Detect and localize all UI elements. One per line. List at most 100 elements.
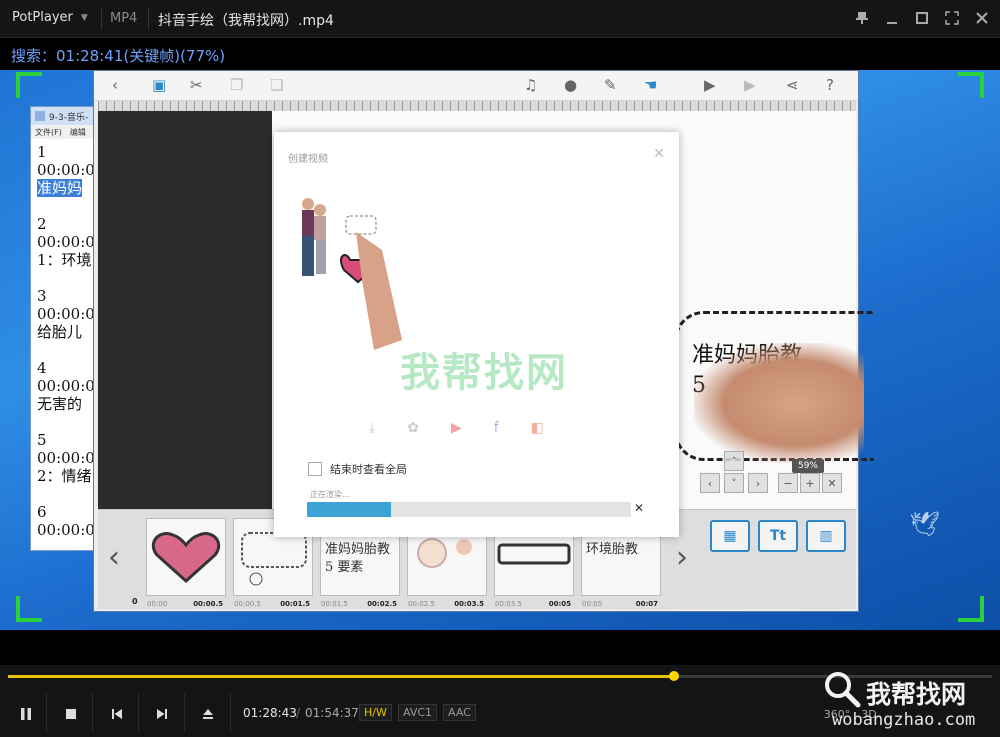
notepad-line	[37, 485, 93, 503]
maximize-icon[interactable]	[910, 6, 934, 30]
minimize-icon[interactable]	[880, 6, 904, 30]
microphone-icon: ●	[564, 76, 578, 94]
thumb-text: 环境胎教	[586, 542, 639, 557]
notepad-title: 9-3-音乐-	[31, 107, 99, 125]
previous-button[interactable]	[106, 703, 128, 725]
seek-bar-fill	[8, 675, 675, 678]
notepad-line: 给胎儿	[37, 323, 83, 341]
seek-knob[interactable]	[669, 671, 680, 681]
thumb-start-time: 00:03.5	[495, 600, 522, 608]
notepad-line: 2：情绪	[37, 467, 92, 485]
notepad-line: 00:00:0	[37, 377, 95, 395]
notepad-line: 3	[37, 287, 47, 305]
divider	[138, 693, 139, 733]
zoom-in-icon: +	[800, 473, 820, 493]
notepad-window: 9-3-音乐- 文件(F) 编辑 1 00:00:0 准妈妈 2 00:00:0 1：环…	[30, 106, 100, 551]
thumb-end-time: 00:03.5	[454, 600, 484, 608]
video-frame[interactable]: 9-3-音乐- 文件(F) 编辑 1 00:00:0 准妈妈 2 00:00:0 1：环…	[0, 70, 1000, 630]
office-icon[interactable]: ◧	[531, 420, 544, 436]
corner-marker	[958, 596, 984, 622]
watermark-main: 我帮找网	[866, 680, 967, 709]
next-button[interactable]	[151, 703, 173, 725]
thumb-start-time: 00:05	[582, 600, 603, 608]
corner-watermark: 我帮找网 wobangzhao.com	[825, 667, 990, 737]
format-label: MP4	[110, 11, 138, 26]
notepad-line: 4	[37, 359, 47, 377]
facebook-icon[interactable]: f	[494, 420, 499, 436]
title-bar: PotPlayer ▼ MP4 抖音手绘（我帮找网）.mp4	[0, 0, 1000, 38]
fullscreen-icon[interactable]	[940, 6, 964, 30]
render-progress-fill	[307, 502, 392, 517]
notepad-line: 准妈妈	[37, 179, 83, 197]
notepad-line	[37, 197, 93, 215]
thumb-end-time: 00:05	[548, 600, 571, 608]
hw-decoder-tag[interactable]: H/W	[359, 704, 392, 721]
divider	[230, 693, 231, 733]
watermark-text: 我帮找网	[400, 350, 568, 396]
timeline-start-label: 0	[132, 597, 138, 606]
app-toolbar: ‹ ▣ ✂ ❐ ❏ ♫ ● ✎ ☚ ▶ ▶ ⋖ ?	[94, 71, 858, 101]
zoom-out-icon: −	[778, 473, 798, 493]
app-menu-button[interactable]: PotPlayer ▼	[12, 10, 88, 25]
chart-tool-icon: ▥	[806, 520, 846, 552]
view-all-label: 结束时查看全局	[330, 463, 407, 476]
thumb-text: 准妈妈胎教 5 要素	[325, 542, 391, 575]
thumb-end-time: 00:07	[635, 600, 658, 608]
play-icon: ▶	[744, 76, 756, 94]
dialog-close-icon: ✕	[653, 146, 665, 162]
share-icon[interactable]: ✿	[407, 420, 419, 436]
notepad-line: 00:00:0	[37, 521, 95, 539]
video-codec-tag[interactable]: AVC1	[398, 704, 438, 721]
dialog-title: 创建视频	[288, 154, 328, 165]
thumb-end-time: 00:01.5	[280, 600, 310, 608]
notepad-line: 1：环境	[37, 251, 92, 269]
divider	[92, 693, 93, 733]
window-controls	[850, 6, 994, 30]
timeline-thumb: 00:00 00:00.5	[146, 518, 226, 608]
stop-button[interactable]	[60, 703, 82, 725]
render-status: 正在渲染...	[310, 490, 350, 499]
pause-button[interactable]	[15, 703, 37, 725]
zoom-level: 59%	[792, 459, 824, 473]
chevron-down-icon: ▼	[80, 12, 88, 23]
download-icon[interactable]: ⤓	[369, 420, 375, 436]
thumb-start-time: 00:01.5	[321, 600, 348, 608]
corner-marker	[16, 72, 42, 98]
image-tool-icon: ▦	[710, 520, 750, 552]
back-icon: ‹	[112, 76, 118, 94]
ruler	[98, 101, 856, 111]
play-from-icon: ▶	[704, 76, 716, 94]
hand-image	[694, 343, 864, 463]
cancel-render-icon[interactable]: ✕	[634, 501, 644, 515]
notepad-menu-edit: 编辑	[69, 128, 86, 137]
notepad-line	[37, 269, 93, 287]
corner-marker	[958, 72, 984, 98]
text-tool: Tt	[758, 520, 798, 552]
notepad-line: 00:00:0	[37, 233, 95, 251]
create-video-dialog: 创建视频 ✕ 我帮找网 ⤓ ✿ ▶ f ◧ 结束时查看全局 正在渲染... ✕	[274, 132, 679, 537]
timeline-prev-icon: ‹	[108, 540, 120, 575]
total-time: 01:54:37	[305, 706, 359, 720]
time-separator: /	[296, 706, 301, 720]
view-all-checkbox-row[interactable]: 结束时查看全局	[308, 461, 407, 477]
help-icon: ?	[826, 76, 834, 94]
current-time: 01:28:43	[243, 706, 297, 720]
divider	[101, 8, 102, 30]
view-all-checkbox[interactable]	[308, 462, 322, 476]
share-row: ⤓ ✿ ▶ f ◧	[369, 420, 544, 436]
watermark-url: wobangzhao.com	[832, 710, 976, 730]
eject-button[interactable]	[197, 703, 219, 725]
youtube-icon[interactable]: ▶	[451, 420, 462, 436]
audio-codec-tag[interactable]: AAC	[443, 704, 476, 721]
close-icon[interactable]	[970, 6, 994, 30]
pin-icon[interactable]	[850, 6, 874, 30]
music-icon: ♫	[524, 76, 538, 94]
notepad-line: 00:00:0	[37, 305, 95, 323]
divider	[46, 693, 47, 733]
render-progress	[307, 502, 631, 517]
divider	[148, 8, 149, 30]
notepad-line: 00:00:0	[37, 449, 95, 467]
thumb-start-time: 00:00.5	[234, 600, 261, 608]
thumb-end-time: 00:02.5	[367, 600, 397, 608]
notepad-line: 6	[37, 503, 47, 521]
